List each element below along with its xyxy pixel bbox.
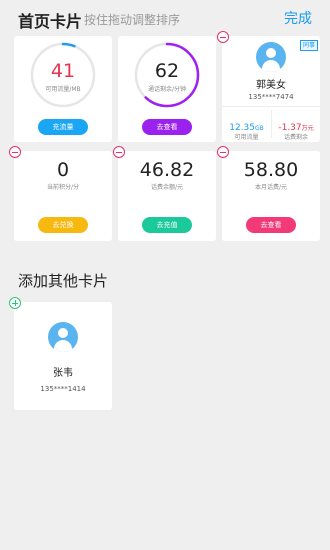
balance-card[interactable]: 46.82 话费余额/元 去充值	[118, 151, 216, 241]
done-button[interactable]: 完成	[284, 8, 312, 28]
monthly-fee-value: 58.80	[243, 159, 299, 181]
points-value: 0	[56, 159, 70, 181]
other-contact-name: 张韦	[53, 368, 73, 379]
remove-balance-card-icon[interactable]	[113, 146, 125, 158]
call-card[interactable]: 62 通话剩余/分钟 去查看	[118, 36, 216, 142]
recharge-balance-button[interactable]: 去充值	[142, 217, 192, 233]
flow-value: 41	[50, 60, 76, 82]
flow-card[interactable]: 41 可用流量/MB 充流量	[14, 36, 112, 142]
view-call-button[interactable]: 去查看	[142, 119, 192, 135]
monthly-fee-label: 本月话费/元	[254, 184, 288, 191]
contact-divider	[222, 106, 320, 107]
remove-points-card-icon[interactable]	[9, 146, 21, 158]
balance-label: 话费余额/元	[150, 184, 184, 191]
view-monthly-fee-button[interactable]: 去查看	[246, 217, 296, 233]
call-value: 62	[154, 60, 180, 82]
recharge-flow-button[interactable]: 充流量	[38, 119, 88, 135]
contact-phone: 135****7474	[248, 93, 294, 101]
call-label: 通话剩余/分钟	[147, 86, 187, 93]
contact-flow-unit: GB	[255, 125, 264, 132]
page-title: 首页卡片	[18, 12, 83, 31]
balance-value: 46.82	[139, 159, 195, 181]
contact-fee-unit: 万元	[301, 125, 314, 132]
add-other-cards-title: 添加其他卡片	[18, 272, 109, 290]
drag-hint: 按住拖动调整排序	[84, 13, 181, 27]
remove-contact-card-icon[interactable]	[217, 31, 229, 43]
points-card[interactable]: 0 当前积分/分 去兑换	[14, 151, 112, 241]
add-contact-card-icon[interactable]	[9, 297, 21, 309]
other-contact-avatar	[48, 322, 78, 352]
contact-fee-label: 话费剩余	[283, 134, 308, 141]
contact-tag-badge: 同事	[299, 40, 318, 51]
remove-monthly-fee-card-icon[interactable]	[217, 146, 229, 158]
contact-avatar	[256, 42, 286, 72]
redeem-points-button[interactable]: 去兑换	[38, 217, 88, 233]
flow-label: 可用流量/MB	[45, 86, 81, 93]
points-label: 当前积分/分	[46, 184, 80, 191]
contact-name: 郭美女	[256, 80, 286, 91]
contact-flow-label: 可用流量	[234, 134, 259, 141]
contact-card[interactable]: 同事 郭美女 135****7474 12.35GB 可用流量 -1.37万元 …	[222, 36, 320, 142]
monthly-fee-card[interactable]: 58.80 本月话费/元 去查看	[222, 151, 320, 241]
other-contact-phone: 135****1414	[40, 385, 86, 393]
header: 首页卡片 按住拖动调整排序 完成	[0, 0, 330, 36]
other-contact-card[interactable]: 张韦 135****1414	[14, 302, 112, 410]
